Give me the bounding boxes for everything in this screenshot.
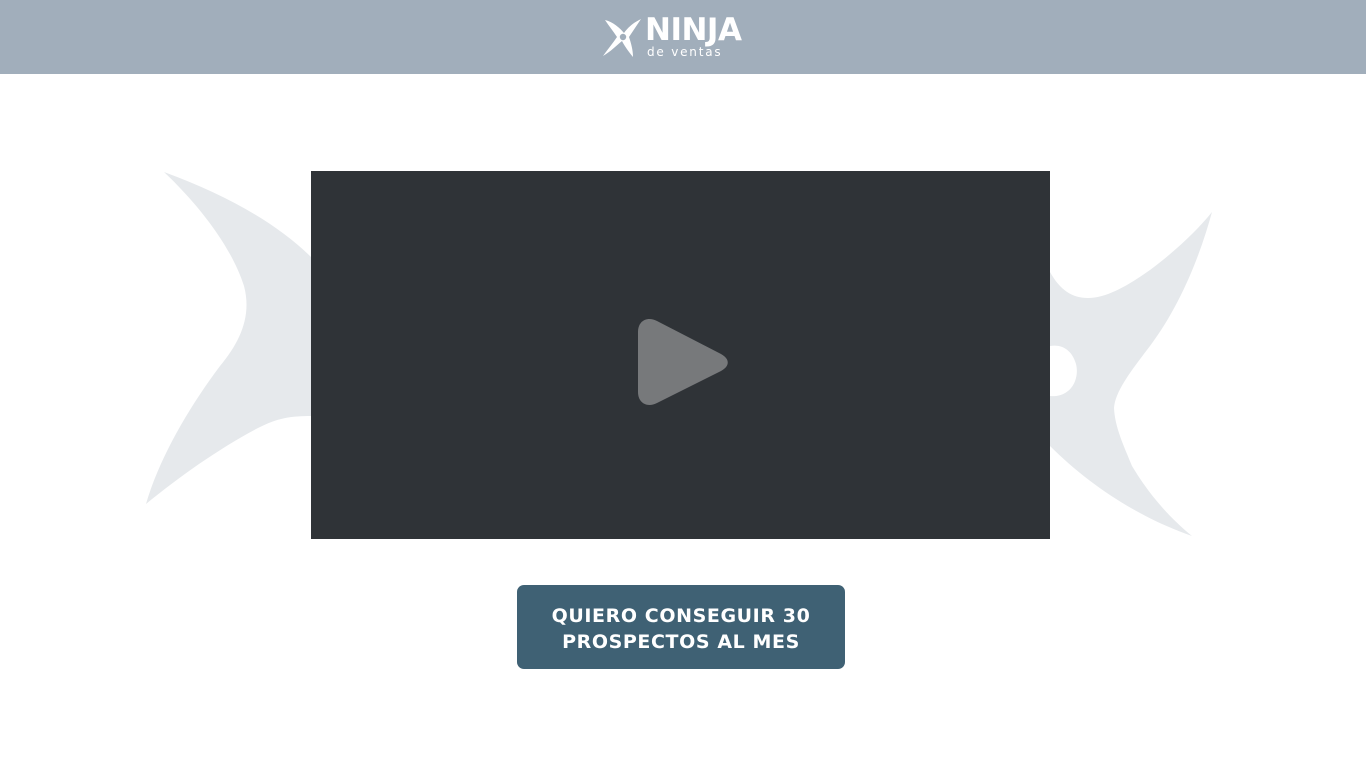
logo-subtitle: de ventas [647,45,723,59]
cta-label-line-1: QUIERO CONSEGUIR 30 [551,605,811,627]
shuriken-logo-icon [603,19,641,57]
video-player[interactable] [311,171,1050,539]
cta-get-prospects-button[interactable]: QUIERO CONSEGUIR 30 PROSPECTOS AL MES [517,585,845,669]
cta-label-line-2: PROSPECTOS AL MES [562,631,800,653]
play-icon[interactable] [635,318,731,406]
header-bar: NINJA de ventas [0,0,1366,74]
logo-wordmark: NINJA [645,12,742,48]
brand-logo[interactable]: NINJA de ventas [603,12,765,62]
